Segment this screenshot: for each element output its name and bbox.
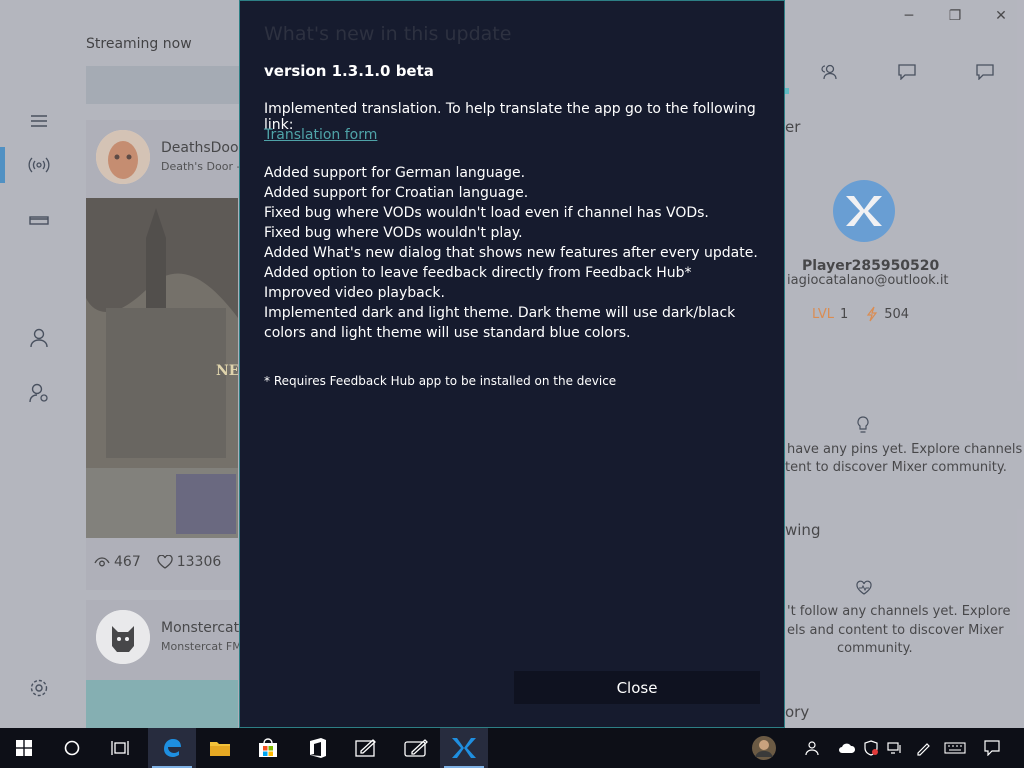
office-icon [310, 738, 326, 758]
action-center-button[interactable] [980, 728, 1004, 768]
keyboard-tray-icon[interactable] [940, 728, 970, 768]
store-icon [259, 738, 277, 757]
mixer-icon [452, 738, 476, 758]
pen-icon [917, 743, 930, 756]
dialog-title: What's new in this update [264, 23, 512, 45]
whiteboard-icon [355, 739, 376, 757]
edge-taskbar-button[interactable] [148, 728, 196, 768]
store-taskbar-button[interactable] [244, 728, 292, 768]
security-tray-icon[interactable] [858, 728, 884, 768]
office-taskbar-button[interactable] [294, 728, 342, 768]
sketch-icon [404, 739, 428, 757]
changelog-item: Added support for German language. [264, 165, 526, 181]
people-icon [805, 741, 819, 756]
changelog-item: Added option to leave feedback directly … [264, 265, 692, 281]
task-view-icon [111, 741, 129, 755]
cloud-icon [839, 743, 856, 753]
changelog-item: Fixed bug where VODs wouldn't play. [264, 225, 523, 241]
mixer-app-window: ─ ❐ ✕ Streaming now DeathsDoor Death's D… [0, 0, 1024, 728]
cortana-button[interactable] [48, 728, 96, 768]
cortana-icon [64, 740, 80, 756]
whiteboard-taskbar-button[interactable] [342, 728, 390, 768]
feedback-hub-note: * Requires Feedback Hub app to be instal… [264, 374, 617, 388]
shield-icon [864, 740, 878, 756]
file-explorer-icon [210, 742, 230, 756]
keyboard-icon [944, 742, 966, 754]
onedrive-tray-icon[interactable] [834, 728, 860, 768]
file-explorer-taskbar-button[interactable] [196, 728, 244, 768]
mixer-taskbar-button[interactable] [440, 728, 488, 768]
close-button[interactable]: Close [514, 671, 760, 704]
sketch-taskbar-button[interactable] [392, 728, 440, 768]
notification-icon [984, 740, 1000, 756]
changelog-item: Improved video playback. [264, 285, 445, 301]
network-tray-icon[interactable] [882, 728, 908, 768]
whats-new-dialog: What's new in this update version 1.3.1.… [239, 0, 785, 728]
start-button[interactable] [0, 728, 48, 768]
changelog-item: Added support for Croatian language. [264, 185, 529, 201]
avatar [752, 736, 776, 760]
version-label: version 1.3.1.0 beta [264, 62, 434, 80]
network-icon [887, 742, 901, 754]
people-tray-button[interactable] [798, 728, 824, 768]
pen-tray-icon[interactable] [910, 728, 936, 768]
translation-form-link[interactable]: Translation form [264, 127, 377, 143]
user-avatar-button[interactable] [750, 728, 778, 768]
changelog-item: Implemented dark and light theme. Dark t… [264, 305, 736, 341]
task-view-button[interactable] [96, 728, 144, 768]
changelog-item: Added What's new dialog that shows new f… [264, 245, 758, 261]
windows-start-icon [16, 740, 32, 756]
windows-taskbar [0, 728, 1024, 768]
edge-icon [164, 739, 181, 757]
changelog-list: Added support for German language. Added… [264, 163, 774, 343]
changelog-item: Fixed bug where VODs wouldn't load even … [264, 205, 709, 221]
